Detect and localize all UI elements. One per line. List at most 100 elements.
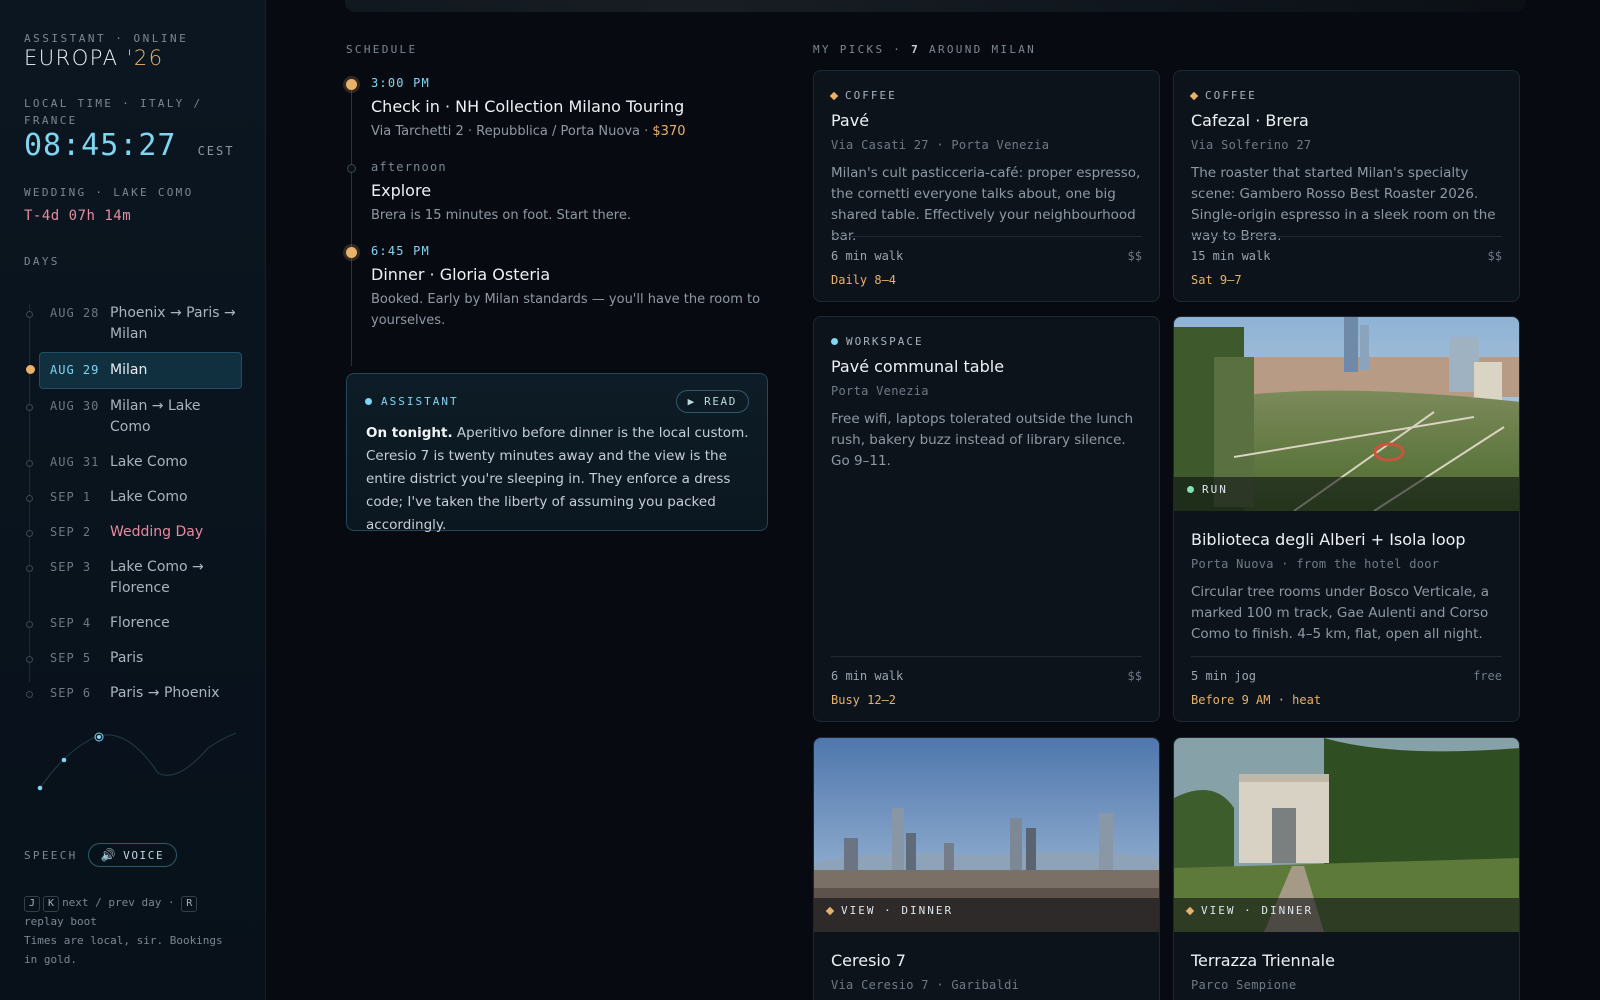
event-marker	[347, 164, 356, 173]
pick-card-run[interactable]: RUN Biblioteca degli Alberi + Isola loop…	[1173, 316, 1520, 722]
top-image-strip	[345, 0, 1525, 12]
view-marker-icon	[1185, 906, 1195, 915]
card-description: The roaster that started Milan's special…	[1191, 165, 1496, 244]
key-k: K	[43, 896, 60, 912]
clock-value: 08:45:27	[24, 128, 177, 163]
card-name: Pavé communal table	[831, 357, 1005, 376]
read-button[interactable]: ▶ READ	[675, 390, 749, 413]
brand-name: EUROPA	[24, 46, 119, 70]
day-dot	[26, 621, 33, 628]
local-clock: 08:45:27 CEST	[24, 128, 234, 163]
speaker-icon: 🔊	[100, 848, 118, 862]
card-address: Via Ceresio 7 · Garibaldi	[831, 978, 1020, 992]
day-dot	[26, 530, 33, 537]
pick-card-workspace[interactable]: WORKSPACE Pavé communal table Porta Vene…	[813, 316, 1160, 722]
sidebar: ASSISTANT · ONLINE EUROPA '26 LOCAL TIME…	[0, 0, 266, 1000]
coffee-marker-icon	[829, 91, 839, 100]
day-dot	[26, 311, 33, 318]
event-title: Dinner · Gloria Osteria	[371, 265, 551, 284]
pick-card-cafezal[interactable]: COFFEE Cafezal · Brera Via Solferino 27 …	[1173, 70, 1520, 302]
card-hours: Sat 9–7	[1191, 273, 1242, 287]
card-name: Cafezal · Brera	[1191, 111, 1309, 130]
event-sub: Booked. Early by Milan standards — you'l…	[371, 292, 761, 328]
voice-button-label: VOICE	[123, 848, 165, 862]
brand-logo: EUROPA '26	[24, 46, 164, 70]
key-j: J	[24, 896, 41, 912]
card-tag: VIEW · DINNER	[1185, 904, 1314, 917]
card-cost: $$	[1127, 249, 1142, 263]
day-place: Milan → Lake Como	[110, 398, 201, 435]
timezone: CEST	[197, 144, 235, 158]
card-tag: WORKSPACE	[831, 335, 924, 348]
wedding-label: WEDDING · LAKE COMO	[24, 186, 194, 199]
card-address: Via Solferino 27	[1191, 138, 1312, 152]
pick-card-ceresio[interactable]: VIEW · DINNER Ceresio 7 Via Ceresio 7 · …	[813, 737, 1160, 1000]
help-text-note: Times are local, sir. Bookings in gold.	[24, 934, 223, 966]
event-sub: Via Tarchetti 2 · Repubblica / Porta Nuo…	[371, 121, 766, 142]
event-explore[interactable]: afternoon Explore Brera is 15 minutes on…	[346, 158, 766, 226]
card-tag-label: VIEW · DINNER	[1201, 904, 1314, 917]
event-address: Via Tarchetti 2 · Repubblica / Porta Nuo…	[371, 124, 653, 139]
day-dot	[26, 565, 33, 572]
day-item-aug-30[interactable]: AUG 30 Milan → Lake Como	[24, 389, 242, 445]
help-text-replay: replay boot	[24, 915, 97, 928]
assistant-header: ASSISTANT	[365, 395, 459, 408]
day-place: Wedding Day	[110, 524, 204, 540]
day-item-sep-5[interactable]: SEP 5 Paris	[24, 641, 242, 676]
wave-point	[61, 757, 67, 763]
card-name: Pavé	[831, 111, 870, 130]
card-tag: VIEW · DINNER	[825, 904, 953, 917]
picks-prefix: MY PICKS ·	[813, 43, 912, 56]
wedding-countdown: T-4d 07h 14m	[24, 208, 132, 224]
card-divider	[1191, 656, 1502, 657]
coffee-marker-icon	[1189, 91, 1199, 100]
card-tag-label: RUN	[1202, 483, 1228, 496]
arch-park-photo	[1174, 738, 1519, 932]
skyline-photo	[814, 738, 1159, 932]
event-dinner[interactable]: 6:45 PM Dinner · Gloria Osteria Booked. …	[346, 242, 766, 331]
picks-count: 7	[911, 43, 921, 56]
card-hours: Before 9 AM · heat	[1191, 693, 1322, 707]
brand-year: '26	[126, 46, 164, 70]
assistant-lead: On tonight.	[366, 425, 453, 441]
day-place: Phoenix → Paris → Milan	[110, 305, 236, 342]
event-checkin[interactable]: 3:00 PM Check in · NH Collection Milano …	[346, 74, 766, 142]
key-r: R	[181, 896, 198, 912]
card-walk: 6 min walk	[831, 249, 904, 263]
card-hours: Daily 8–4	[831, 273, 897, 287]
wave-point-active-core	[97, 735, 101, 739]
card-tag: COFFEE	[1189, 89, 1257, 102]
day-date: AUG 29	[50, 363, 100, 377]
voice-button[interactable]: 🔊 VOICE	[87, 843, 178, 867]
day-item-aug-29[interactable]: AUG 29 Milan	[26, 352, 242, 389]
day-item-sep-6[interactable]: SEP 6 Paris → Phoenix	[24, 676, 242, 711]
card-divider	[831, 236, 1142, 237]
card-tag-label: COFFEE	[1205, 89, 1257, 102]
card-description: Free wifi, laptops tolerated outside the…	[831, 411, 1134, 469]
pick-card-pave[interactable]: COFFEE Pavé Via Casati 27 · Porta Venezi…	[813, 70, 1160, 302]
day-dot-active	[26, 365, 35, 374]
run-marker-icon	[1187, 486, 1194, 493]
pick-card-triennale[interactable]: VIEW · DINNER Terrazza Triennale Parco S…	[1173, 737, 1520, 1000]
card-cost: free	[1473, 669, 1502, 683]
card-walk: 15 min walk	[1191, 249, 1271, 263]
card-cost: $$	[1127, 669, 1142, 683]
assistant-label: ASSISTANT	[381, 395, 459, 408]
day-item-sep-1[interactable]: SEP 1 Lake Como	[24, 480, 242, 515]
day-item-sep-2[interactable]: SEP 2 Wedding Day	[24, 515, 242, 550]
card-tag-label: COFFEE	[845, 89, 897, 102]
event-title: Check in · NH Collection Milano Touring	[371, 97, 685, 116]
day-date: AUG 31	[50, 455, 100, 469]
workspace-marker-icon	[831, 338, 838, 345]
day-item-aug-28[interactable]: AUG 28 Phoenix → Paris → Milan	[24, 296, 242, 352]
card-walk: 5 min jog	[1191, 669, 1257, 683]
day-item-sep-3[interactable]: SEP 3 Lake Como → Florence	[24, 550, 242, 606]
local-time-label: LOCAL TIME · ITALY / FRANCE	[24, 97, 203, 127]
day-item-aug-31[interactable]: AUG 31 Lake Como	[24, 445, 242, 480]
card-address: Via Casati 27 · Porta Venezia	[831, 138, 1050, 152]
day-date: AUG 30	[50, 399, 100, 413]
card-divider	[831, 656, 1142, 657]
day-item-sep-4[interactable]: SEP 4 Florence	[24, 606, 242, 641]
day-dot	[26, 656, 33, 663]
day-date: AUG 28	[50, 306, 100, 320]
